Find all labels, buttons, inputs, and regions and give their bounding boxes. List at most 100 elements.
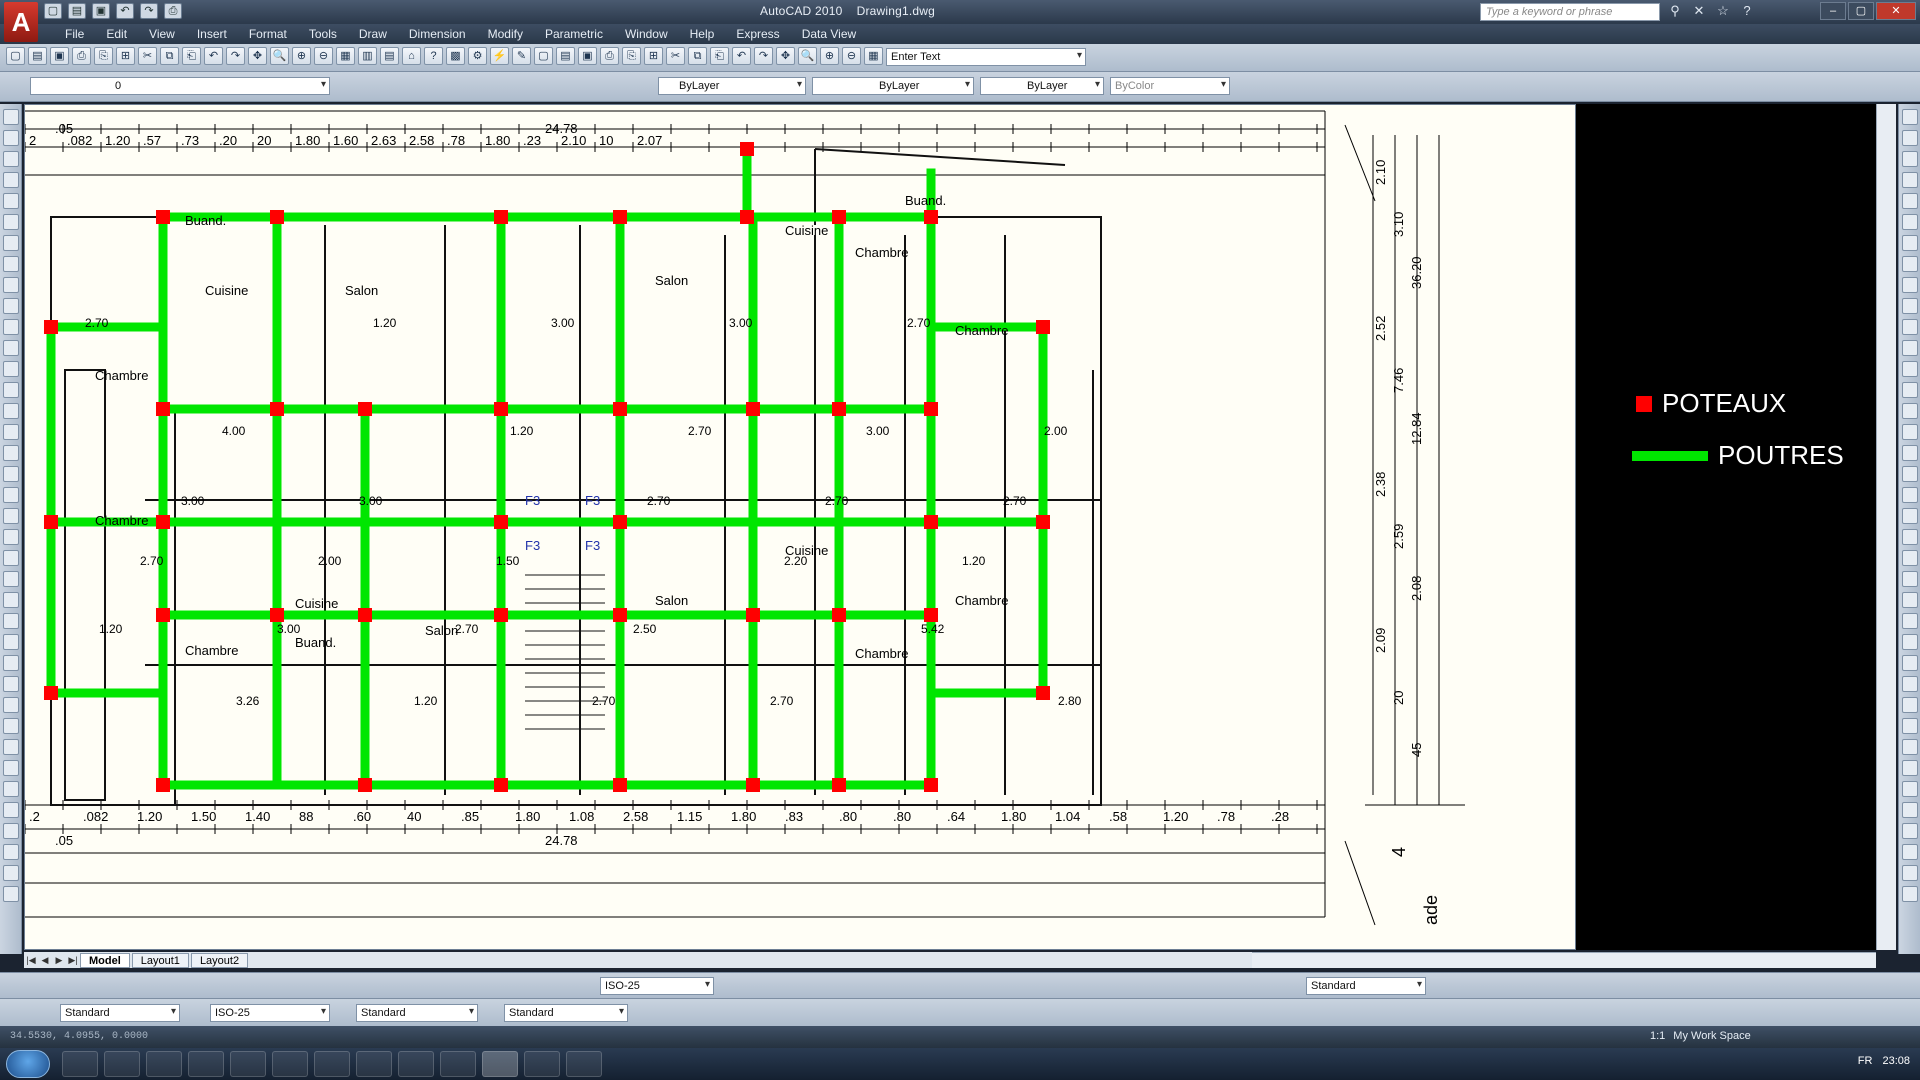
dim-style-dropdown[interactable]: ISO-25	[600, 977, 714, 995]
modify-tool-icon[interactable]	[1902, 193, 1918, 209]
modify-tool-icon[interactable]	[1902, 571, 1918, 587]
draw-tool-icon[interactable]	[3, 550, 19, 566]
draw-tool-icon[interactable]	[3, 130, 19, 146]
draw-tool-icon[interactable]	[3, 445, 19, 461]
modify-tool-icon[interactable]	[1902, 256, 1918, 272]
modify-tool-icon[interactable]	[1902, 340, 1918, 356]
modify-tool-icon[interactable]	[1902, 634, 1918, 650]
redo-icon[interactable]: ↷	[140, 3, 158, 19]
app-icon[interactable]	[524, 1051, 560, 1077]
autocad-logo-icon[interactable]: A	[4, 2, 38, 42]
prev-tab-icon[interactable]: ◀	[38, 955, 52, 966]
toolbar-tool-icon[interactable]: ▣	[578, 47, 597, 65]
toolbar-tool-icon[interactable]: ▢	[534, 47, 553, 65]
menu-item-help[interactable]: Help	[679, 27, 726, 41]
modify-tool-icon[interactable]	[1902, 718, 1918, 734]
draw-tool-icon[interactable]	[3, 697, 19, 713]
toolbar-tool-icon[interactable]: ⎗	[710, 47, 729, 65]
menu-item-dimension[interactable]: Dimension	[398, 27, 477, 41]
toolbar-tool-icon[interactable]: ▦	[864, 47, 883, 65]
draw-tool-icon[interactable]	[3, 403, 19, 419]
modify-tool-icon[interactable]	[1902, 382, 1918, 398]
draw-tool-icon[interactable]	[3, 508, 19, 524]
toolbar-tool-icon[interactable]: ?	[424, 47, 443, 65]
modify-tool-icon[interactable]	[1902, 172, 1918, 188]
modify-tool-icon[interactable]	[1902, 655, 1918, 671]
tools-icon[interactable]: ✕	[1690, 3, 1708, 19]
modify-tool-icon[interactable]	[1902, 319, 1918, 335]
modify-tool-icon[interactable]	[1902, 403, 1918, 419]
menu-item-window[interactable]: Window	[614, 27, 679, 41]
browser-icon[interactable]	[188, 1051, 224, 1077]
menu-item-modify[interactable]: Modify	[477, 27, 534, 41]
modify-tool-icon[interactable]	[1902, 235, 1918, 251]
toolbar-tool-icon[interactable]: ⧉	[688, 47, 707, 65]
help-icon[interactable]: ?	[1738, 3, 1756, 19]
draw-tool-icon[interactable]	[3, 739, 19, 755]
annotation-scale[interactable]: 1:1	[1650, 1030, 1665, 1042]
tab-layout2[interactable]: Layout2	[190, 952, 249, 968]
draw-tool-icon[interactable]	[3, 193, 19, 209]
toolbar-tool-icon[interactable]: ⎘	[94, 47, 113, 65]
modify-tool-icon[interactable]	[1902, 298, 1918, 314]
workspace-switch[interactable]: My Work Space	[1673, 1030, 1750, 1042]
modify-tool-icon[interactable]	[1902, 529, 1918, 545]
draw-tool-icon[interactable]	[3, 886, 19, 902]
toolbar-tool-icon[interactable]: ⊞	[644, 47, 663, 65]
multileader-style-dropdown[interactable]: Standard	[1306, 977, 1426, 995]
menu-item-insert[interactable]: Insert	[186, 27, 238, 41]
help-search-input[interactable]: Type a keyword or phrase	[1480, 3, 1660, 21]
app-icon[interactable]	[230, 1051, 266, 1077]
draw-tool-icon[interactable]	[3, 214, 19, 230]
draw-tool-icon[interactable]	[3, 571, 19, 587]
toolbar-tool-icon[interactable]: ⚙	[468, 47, 487, 65]
draw-tool-icon[interactable]	[3, 592, 19, 608]
draw-tool-icon[interactable]	[3, 760, 19, 776]
draw-tool-icon[interactable]	[3, 466, 19, 482]
toolbar-tool-icon[interactable]: ▦	[336, 47, 355, 65]
layer-dropdown[interactable]: 0	[30, 77, 330, 95]
binoculars-icon[interactable]: ⚲	[1666, 3, 1684, 19]
toolbar-tool-icon[interactable]: ⊖	[314, 47, 333, 65]
undo-icon[interactable]: ↶	[116, 3, 134, 19]
modify-tool-icon[interactable]	[1902, 865, 1918, 881]
modify-tool-icon[interactable]	[1902, 487, 1918, 503]
app-icon[interactable]	[314, 1051, 350, 1077]
toolbar-tool-icon[interactable]: ⎙	[600, 47, 619, 65]
draw-tool-icon[interactable]	[3, 529, 19, 545]
toolbar-tool-icon[interactable]: ↶	[732, 47, 751, 65]
plotstyle-dropdown[interactable]: ByColor	[1110, 77, 1230, 95]
draw-tool-icon[interactable]	[3, 718, 19, 734]
save-icon[interactable]: ▣	[92, 3, 110, 19]
modify-tool-icon[interactable]	[1902, 445, 1918, 461]
modify-tool-icon[interactable]	[1902, 844, 1918, 860]
modify-tool-icon[interactable]	[1902, 214, 1918, 230]
tab-model[interactable]: Model	[80, 952, 130, 968]
draw-tool-icon[interactable]	[3, 823, 19, 839]
lineweight-dropdown[interactable]: ByLayer	[980, 77, 1104, 95]
toolbar-tool-icon[interactable]: ✥	[776, 47, 795, 65]
toolbar-tool-icon[interactable]: ▣	[50, 47, 69, 65]
toolbar-tool-icon[interactable]: ⊖	[842, 47, 861, 65]
modify-tool-icon[interactable]	[1902, 592, 1918, 608]
modify-tool-icon[interactable]	[1902, 277, 1918, 293]
toolbar-tool-icon[interactable]: ▤	[556, 47, 575, 65]
modify-tool-icon[interactable]	[1902, 361, 1918, 377]
modify-tool-icon[interactable]	[1902, 676, 1918, 692]
draw-tool-icon[interactable]	[3, 487, 19, 503]
toolbar-tool-icon[interactable]: ⧉	[160, 47, 179, 65]
folder-icon[interactable]	[566, 1051, 602, 1077]
draw-tool-icon[interactable]	[3, 340, 19, 356]
toolbar-tool-icon[interactable]: ▢	[6, 47, 25, 65]
draw-tool-icon[interactable]	[3, 655, 19, 671]
toolbar-tool-icon[interactable]: ⚡	[490, 47, 509, 65]
chrome-icon[interactable]	[398, 1051, 434, 1077]
draw-tool-icon[interactable]	[3, 256, 19, 272]
text-input-field[interactable]: Enter Text	[886, 48, 1086, 66]
toolbar-tool-icon[interactable]: ↷	[754, 47, 773, 65]
toolbar-tool-icon[interactable]: ✂	[138, 47, 157, 65]
maximize-button[interactable]: ▢	[1848, 2, 1874, 20]
modify-tool-icon[interactable]	[1902, 424, 1918, 440]
start-button[interactable]	[6, 1050, 50, 1078]
next-tab-icon[interactable]: ▶	[52, 955, 66, 966]
